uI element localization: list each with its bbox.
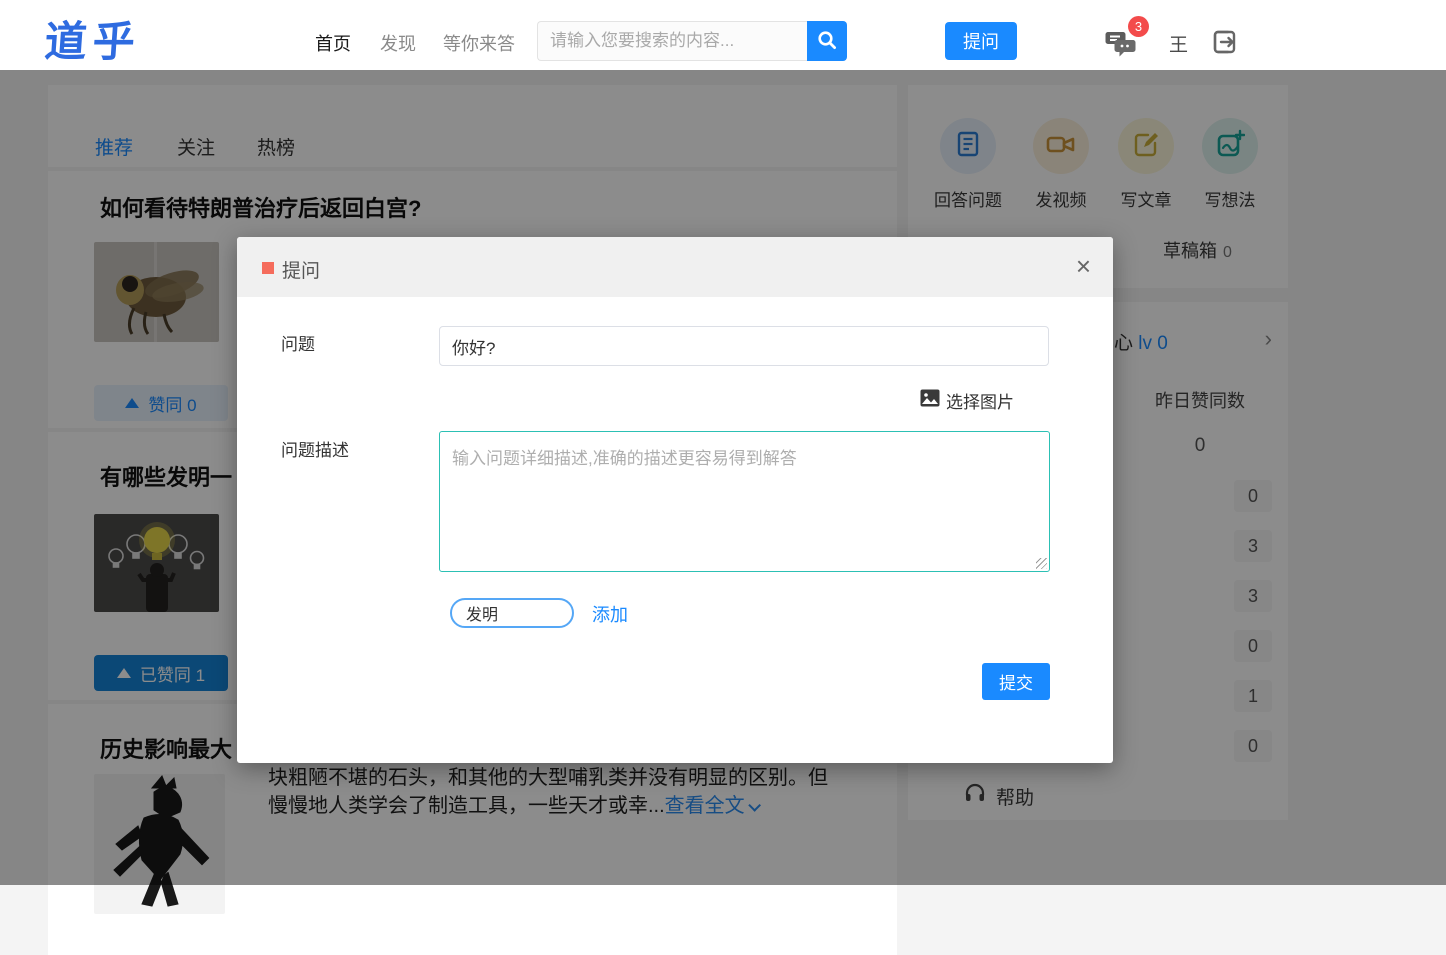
description-label: 问题描述 — [281, 441, 349, 460]
ask-question-nav-button[interactable]: 提问 — [945, 22, 1017, 60]
nav-link-discover[interactable]: 发现 — [380, 30, 416, 56]
message-icon — [1105, 32, 1139, 62]
search-box — [537, 21, 847, 61]
nav-link-waiting-answers[interactable]: 等你来答 — [443, 30, 515, 56]
question-label: 问题 — [281, 335, 315, 354]
search-icon — [816, 29, 838, 54]
add-tag-button[interactable]: 添加 — [592, 601, 628, 627]
search-input[interactable] — [537, 21, 807, 61]
nav-link-home[interactable]: 首页 — [315, 30, 351, 56]
message-count-badge: 3 — [1128, 16, 1149, 37]
modal-title: 提问 — [282, 261, 321, 282]
top-navbar: 道乎 首页 发现 等你来答 提问 3 王 — [0, 0, 1446, 70]
site-logo[interactable]: 道乎 — [43, 8, 143, 69]
modal-header: 提问 × — [237, 237, 1113, 297]
logout-icon — [1211, 30, 1239, 60]
ask-question-modal: 提问 × 问题 选择图片 问题描述 添加 提交 — [237, 237, 1113, 763]
picture-icon — [920, 389, 940, 412]
search-button[interactable] — [807, 21, 847, 61]
question-title-input[interactable] — [439, 326, 1049, 366]
tag-input[interactable] — [450, 598, 574, 628]
close-icon[interactable]: × — [1076, 251, 1091, 281]
question-description-textarea[interactable] — [439, 431, 1050, 572]
title-bullet-icon — [262, 262, 274, 274]
username-link[interactable]: 王 — [1169, 30, 1188, 57]
submit-button[interactable]: 提交 — [982, 663, 1050, 700]
logout-button[interactable] — [1211, 28, 1239, 61]
choose-image-button[interactable]: 选择图片 — [920, 388, 1014, 413]
